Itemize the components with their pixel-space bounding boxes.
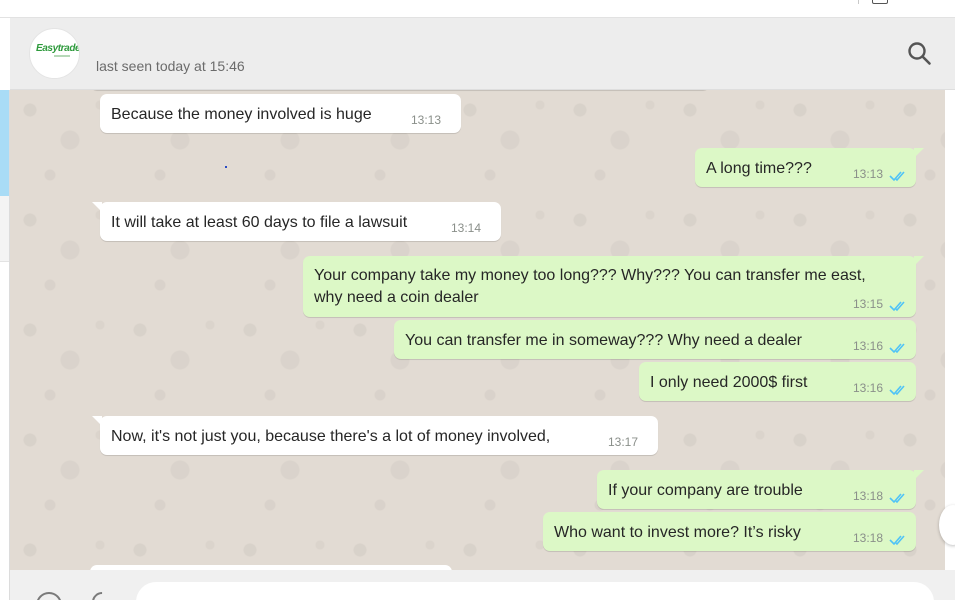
search-button[interactable] <box>906 40 934 68</box>
compose-bar <box>10 570 955 600</box>
message-time: 13:17 <box>607 435 638 449</box>
search-icon <box>908 42 931 65</box>
message-text: A long time??? <box>706 160 812 177</box>
message-bubble-incoming[interactable]: Now, it's not just you, because there's … <box>92 416 658 455</box>
double-check-icon <box>889 493 905 504</box>
message-time: 13:13 <box>852 167 883 181</box>
message-text: Who want to invest more? It’s risky <box>554 524 801 541</box>
toolbar-separator <box>858 0 859 4</box>
message-text: If your company are trouble <box>608 482 803 499</box>
emoji-icon[interactable] <box>36 592 62 600</box>
message-text: I only need 2000$ first <box>650 374 808 391</box>
contact-logo: Easytrade <box>36 43 80 54</box>
message-time: 13:16 <box>852 381 883 395</box>
double-check-icon <box>889 343 905 354</box>
message-time: 13:15 <box>852 297 883 311</box>
chat-header[interactable]: Easytrade last seen today at 15:46 <box>10 18 955 90</box>
message-bubble-outgoing[interactable]: If your company are trouble 13:18 <box>597 470 924 509</box>
logo-underline <box>54 55 70 57</box>
double-check-icon <box>889 171 905 182</box>
double-check-icon <box>889 535 905 546</box>
last-seen-status: last seen today at 15:46 <box>96 58 245 74</box>
message-time: 13:14 <box>450 221 481 235</box>
message-time: 13:13 <box>410 113 441 127</box>
message-text: Because the money involved is huge <box>111 106 372 123</box>
message-bubble-outgoing[interactable]: Your company take my money too long??? W… <box>303 256 924 317</box>
message-bubble-outgoing[interactable]: You can transfer me in someway??? Why ne… <box>394 320 916 359</box>
message-time: 13:18 <box>852 531 883 545</box>
message-bubble-outgoing[interactable]: A long time??? 13:13 <box>695 148 924 187</box>
message-text: Now, it's not just you, because there's … <box>111 428 551 445</box>
attach-icon[interactable] <box>87 587 117 600</box>
message-bubble-incoming[interactable]: Because the money involved is huge 13:13 <box>100 94 461 133</box>
stray-dot <box>225 166 227 168</box>
double-check-icon <box>889 301 905 312</box>
chat-list-pane-edge <box>0 18 10 600</box>
window-top-strip <box>0 0 955 18</box>
message-text: It will take at least 60 days to file a … <box>111 214 408 231</box>
message-bubble-incoming[interactable]: It will take at least 60 days to file a … <box>92 202 501 241</box>
message-time: 13:16 <box>852 339 883 353</box>
message-text: Your company take my money too long??? W… <box>314 267 866 284</box>
message-bubble-outgoing[interactable]: I only need 2000$ first 13:16 <box>639 362 916 401</box>
window-icon[interactable] <box>872 0 888 4</box>
message-pane[interactable]: Because the money involved is huge 13:13… <box>10 90 955 570</box>
whatsapp-web-window: Easytrade last seen today at 15:46 Becau… <box>0 0 955 600</box>
message-text-line2: why need a coin dealer <box>314 289 479 306</box>
avatar[interactable]: Easytrade <box>29 28 80 79</box>
message-text: You can transfer me in someway??? Why ne… <box>405 332 802 349</box>
message-input[interactable] <box>136 582 934 600</box>
message-bubble-outgoing[interactable]: Who want to invest more? It’s risky 13:1… <box>543 512 916 551</box>
right-edge <box>939 90 955 570</box>
message-time: 13:18 <box>852 489 883 503</box>
double-check-icon <box>889 385 905 396</box>
